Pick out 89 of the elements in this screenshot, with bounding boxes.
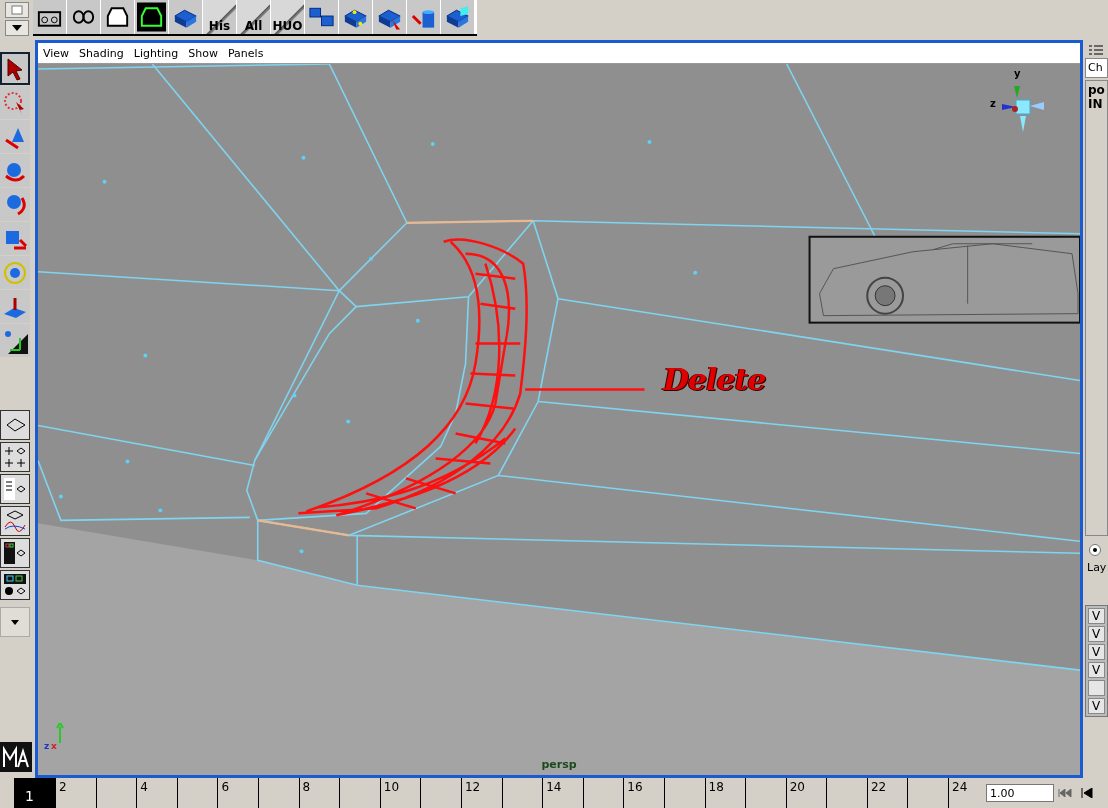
axis-label: y (1014, 68, 1021, 79)
car-front-icon[interactable] (101, 0, 135, 34)
step-back-icon (1081, 788, 1093, 798)
frame-number: 4 (139, 779, 148, 796)
annotation-text: Delete (663, 362, 766, 397)
channel-box-tab[interactable]: Ch (1085, 58, 1108, 78)
layer-visibility-button[interactable]: V (1088, 644, 1105, 660)
shelf-button[interactable]: All (237, 0, 271, 34)
frame-tick[interactable]: 2 (55, 778, 96, 808)
shelf-button[interactable]: HUO (271, 0, 305, 34)
swatch-pane-icon (3, 541, 27, 565)
frame-number: 2 (58, 779, 67, 796)
menu-item[interactable]: Lighting (133, 45, 179, 61)
polygon-split-icon[interactable] (305, 0, 339, 34)
frame-tick[interactable]: 14 (542, 778, 583, 808)
frame-number: 24 (951, 779, 968, 796)
car-grille-icon[interactable] (135, 0, 169, 34)
frame-tick[interactable]: 16 (623, 778, 664, 808)
outliner-layout-button[interactable] (0, 474, 30, 504)
frame-number: 18 (707, 779, 724, 796)
polygon-select-icon[interactable] (373, 0, 407, 34)
frame-number: 10 (382, 779, 400, 796)
show-manipulator-icon[interactable] (0, 324, 30, 357)
channel-box-row[interactable]: po (1088, 83, 1105, 97)
car-lights-icon[interactable] (67, 0, 101, 34)
menu-item[interactable]: View (43, 45, 70, 61)
shelf-button[interactable]: His (203, 0, 237, 34)
frame-tick[interactable]: 8 (298, 778, 340, 808)
skip-back-icon (1058, 789, 1072, 797)
frame-tick[interactable]: 10 (379, 778, 421, 808)
logo-icon (0, 742, 32, 772)
hypershade-layout-button[interactable] (0, 538, 30, 568)
axis-label: z (990, 98, 996, 109)
layer-visibility-button[interactable]: V (1088, 626, 1105, 642)
radio-button[interactable] (1089, 544, 1101, 556)
list-icon (1089, 44, 1103, 56)
single-pane-layout-button[interactable] (0, 410, 30, 440)
frame-tick[interactable]: 18 (704, 778, 746, 808)
shelf-menu-button[interactable] (4, 20, 29, 36)
frame-number: 16 (626, 779, 643, 796)
layer-visibility-button[interactable]: V (1088, 608, 1105, 624)
polygon-vertices-icon[interactable] (339, 0, 373, 34)
caret-icon (11, 619, 19, 625)
frame-tick[interactable]: 12 (460, 778, 502, 808)
frame-tick[interactable]: 20 (785, 778, 827, 808)
frame-number: 20 (788, 779, 805, 796)
hypergraph-layout-button[interactable] (0, 570, 30, 600)
frame-number: 14 (545, 779, 562, 796)
cylinder-extrude-icon[interactable] (407, 0, 441, 34)
channel-box-row[interactable]: IN (1088, 97, 1105, 111)
frame-number: 12 (463, 779, 481, 796)
frame-number: 22 (869, 779, 887, 796)
current-frame-marker[interactable]: 1 (14, 778, 55, 808)
frame-number: 6 (220, 779, 229, 796)
caret-icon (11, 25, 22, 31)
four-pane-layout-button[interactable] (0, 442, 30, 472)
menu-item[interactable]: Panels (227, 45, 264, 61)
tab-icon (10, 5, 23, 15)
node-graph-pane-icon (3, 573, 27, 597)
car-wireframe-icon[interactable] (33, 0, 67, 34)
outliner-pane-icon (3, 477, 27, 501)
frame-number: 8 (301, 779, 311, 796)
frame-tick[interactable]: 4 (136, 778, 177, 808)
menu-item[interactable]: Shading (79, 45, 124, 61)
origin-axis-icon (56, 723, 64, 743)
layer-visibility-button[interactable]: V (1088, 662, 1105, 678)
viewport[interactable]: Delete y z z x persp (38, 64, 1080, 775)
camera-label: persp (541, 758, 577, 771)
axis-label: x (51, 741, 57, 751)
paint-icon[interactable] (0, 120, 30, 153)
polygon-cube-icon[interactable] (441, 0, 475, 34)
move-icon[interactable] (0, 154, 30, 187)
universal-manipulator-icon[interactable] (0, 256, 30, 289)
rotate-icon[interactable] (0, 188, 30, 221)
frame-tick[interactable]: 6 (217, 778, 258, 808)
frame-tick[interactable]: 22 (866, 778, 908, 808)
layer-visibility-button[interactable]: V (1088, 698, 1105, 714)
layer-label: Lay (1086, 560, 1108, 576)
menu-item[interactable]: Show (188, 45, 218, 61)
scale-icon[interactable] (0, 222, 30, 255)
axis-label: z (44, 741, 50, 751)
graph-pane-icon (3, 509, 27, 533)
soft-modification-icon[interactable] (0, 290, 30, 323)
polygon-plane-icon[interactable] (169, 0, 203, 34)
layout-dropdown-button[interactable] (0, 607, 30, 637)
layer-visibility-button[interactable] (1088, 680, 1105, 696)
graph-editor-layout-button[interactable] (0, 506, 30, 536)
four-pane-icon (3, 445, 27, 469)
current-frame-field[interactable]: 1.00 (986, 784, 1054, 802)
